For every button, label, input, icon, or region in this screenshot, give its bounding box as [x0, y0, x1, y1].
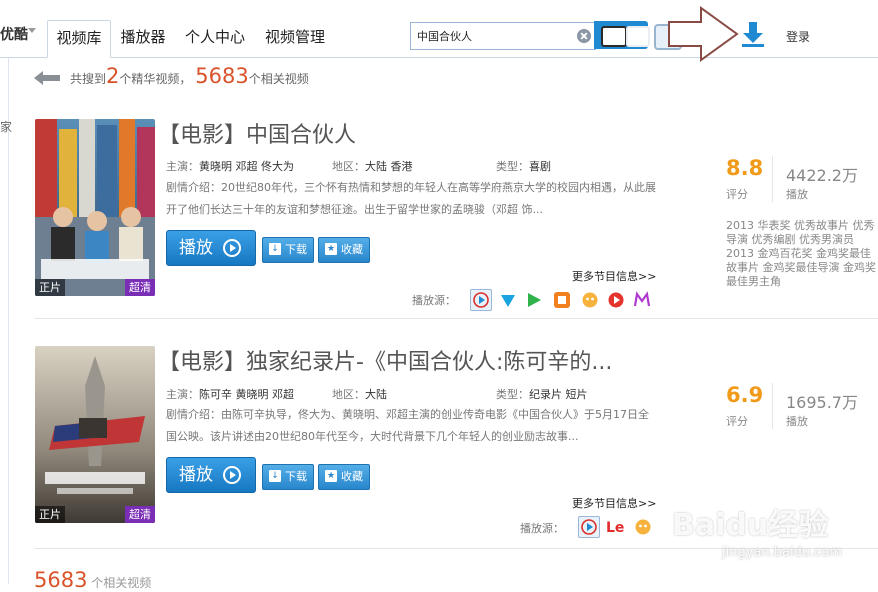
rating-label: 评分 [726, 415, 748, 428]
stat-divider [772, 156, 773, 202]
left-divider [8, 58, 9, 584]
card-divider [34, 318, 878, 319]
star-icon: ★ [325, 243, 337, 255]
download-button[interactable]: ↓ 下载 [262, 237, 314, 263]
source-youku-icon[interactable] [470, 289, 492, 311]
tag-hd: 超清 [125, 279, 155, 296]
tag-hd: 超清 [125, 506, 155, 523]
region-info: 地区：大陆 香港 [332, 160, 413, 173]
cast-names[interactable]: 陈可辛 黄晓明 邓超 [199, 388, 294, 401]
cast-info: 主演：黄晓明 邓超 佟大为 [166, 160, 294, 173]
source-youku-icon[interactable] [578, 516, 600, 538]
watermark-logo: Baidu经验 [672, 508, 829, 543]
source-mgtv-icon[interactable] [633, 291, 651, 309]
more-info-link[interactable]: 更多节目信息>> [572, 268, 656, 284]
download-icon: ↓ [269, 470, 281, 482]
svg-text:Le: Le [606, 520, 624, 536]
side-text: 家 [0, 120, 13, 134]
cast-info: 主演：陈可辛 黄晓明 邓超 [166, 388, 294, 401]
rating-score: 8.8 [726, 156, 764, 180]
download-button[interactable]: ↓ 下载 [262, 464, 314, 490]
footer-result-count: 5683 个相关视频 [34, 568, 152, 592]
search-box[interactable] [410, 22, 596, 50]
star-icon: ★ [325, 470, 337, 482]
source-mango-icon[interactable] [553, 291, 571, 309]
search-input[interactable] [417, 27, 567, 45]
tab-personal-center[interactable]: 个人中心 [178, 20, 252, 57]
clear-icon[interactable] [577, 29, 591, 43]
favorite-button[interactable]: ★ 收藏 [318, 237, 370, 263]
source-aqy-icon[interactable] [525, 291, 543, 309]
play-count: 4422.2万 [786, 166, 858, 185]
poster-art [35, 119, 155, 296]
tab-player[interactable]: 播放器 [114, 20, 172, 57]
play-button[interactable]: 播放 [166, 230, 256, 266]
sources-label: 播放源： [520, 522, 564, 535]
poster-image[interactable]: 正片 超清 [35, 346, 155, 523]
poster-art [35, 346, 155, 523]
login-link[interactable]: 登录 [786, 28, 810, 45]
source-sohu-icon[interactable] [581, 291, 599, 309]
source-tencent-icon[interactable] [607, 291, 625, 309]
play-count-label: 播放 [786, 188, 808, 201]
source-sohu-icon[interactable] [634, 518, 652, 536]
more-info-link[interactable]: 更多节目信息>> [572, 495, 656, 511]
video-description: 剧情介绍：由陈可辛执导，佟大为、黄晓明、邓超主演的创业传奇电影《中国合伙人》于5… [166, 408, 649, 443]
cast-names[interactable]: 黄晓明 邓超 佟大为 [199, 160, 294, 173]
video-title[interactable]: 【电影】独家纪录片-《中国合伙人:陈可辛的... [158, 344, 612, 376]
result-summary: 共搜到2个精华视频， 5683个相关视频 [70, 64, 309, 88]
tag-feature: 正片 [35, 506, 65, 523]
region-info: 地区：大陆 [332, 388, 387, 401]
chevron-down-icon[interactable] [28, 28, 36, 33]
video-title[interactable]: 【电影】中国合伙人 [158, 117, 356, 149]
genre-info: 类型：喜剧 [496, 160, 551, 173]
view-toggle-icon[interactable] [626, 26, 650, 47]
source-iqiyi-icon[interactable] [499, 291, 517, 309]
rating-label: 评分 [726, 188, 748, 201]
arrow-pointer-icon [668, 6, 739, 62]
play-icon [223, 466, 241, 484]
source-letv-icon[interactable]: Le [606, 518, 624, 536]
back-arrow-icon[interactable] [34, 71, 60, 85]
favorite-button[interactable]: ★ 收藏 [318, 464, 370, 490]
stat-divider [772, 383, 773, 429]
brand-logo[interactable]: 优酷 [0, 24, 28, 44]
rating-score: 6.9 [726, 383, 764, 407]
video-description: 剧情介绍：20世纪80年代，三个怀有热情和梦想的年轻人在高等学府燕京大学的校园内… [166, 181, 656, 216]
play-icon [223, 239, 241, 257]
awards-list: 2013 华表奖 优秀故事片 优秀导演 优秀编剧 优秀男演员 2013 金鸡百花… [726, 219, 876, 288]
play-count-label: 播放 [786, 415, 808, 428]
play-count: 1695.7万 [786, 393, 858, 412]
tag-feature: 正片 [35, 279, 65, 296]
download-icon[interactable] [739, 20, 767, 48]
tab-video-management[interactable]: 视频管理 [258, 20, 332, 57]
tab-video-library[interactable]: 视频库 [47, 20, 111, 58]
poster-image[interactable]: 正片 超清 [35, 119, 155, 296]
view-toggle-icon[interactable] [601, 26, 627, 47]
sources-label: 播放源： [412, 294, 456, 307]
download-icon: ↓ [269, 243, 281, 255]
play-button[interactable]: 播放 [166, 457, 256, 493]
watermark-url: jingyan.baidu.com [722, 545, 842, 560]
top-bar: 优酷 视频库 播放器 个人中心 视频管理 登录 [0, 0, 878, 62]
genre-info: 类型：纪录片 短片 [496, 388, 588, 401]
